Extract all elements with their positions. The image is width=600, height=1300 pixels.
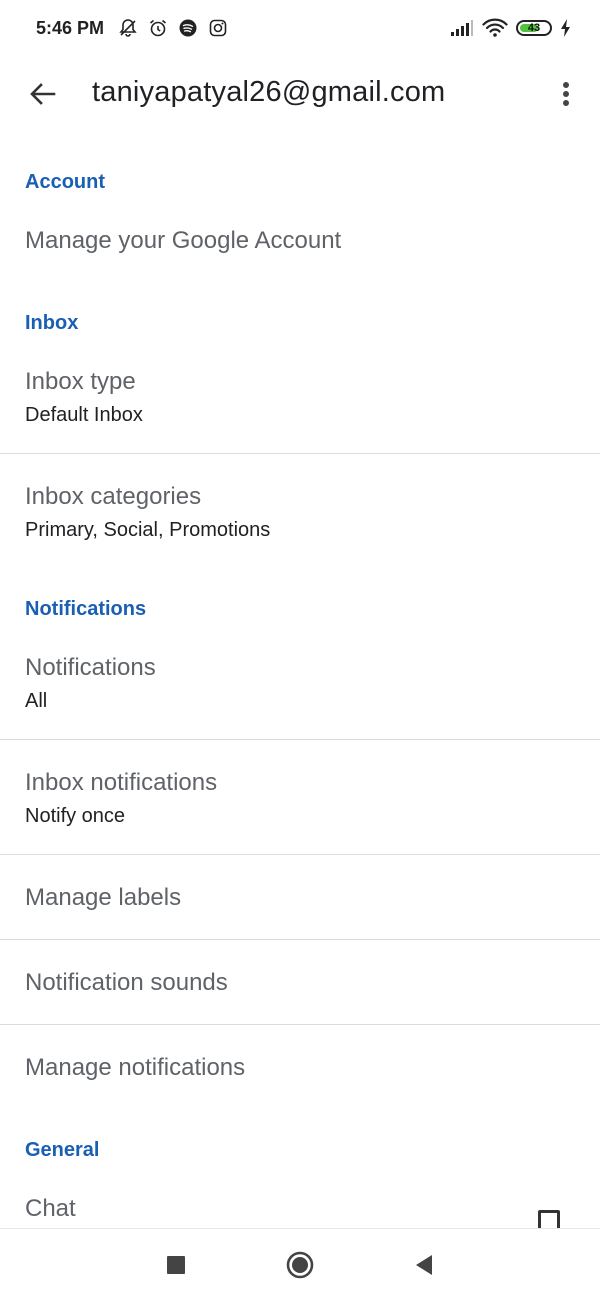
status-time: 5:46 PM <box>36 17 105 38</box>
section-header-inbox: Inbox <box>25 312 79 334</box>
divider <box>0 739 600 740</box>
settings-item-notification-sounds[interactable]: Notification sounds <box>0 969 600 997</box>
settings-item-chat[interactable]: Chat <box>0 1195 600 1223</box>
wifi-icon <box>482 18 508 38</box>
charging-icon <box>560 18 572 38</box>
nav-back-button[interactable] <box>410 1251 438 1279</box>
settings-item-notifications[interactable]: Notifications All <box>0 654 600 713</box>
navigation-bar <box>0 1228 600 1300</box>
settings-item-inbox-notifications[interactable]: Inbox notifications Notify once <box>0 769 600 828</box>
divider <box>0 854 600 855</box>
status-left: 5:46 PM <box>36 18 228 39</box>
recents-button[interactable] <box>162 1251 190 1279</box>
item-subtitle: Primary, Social, Promotions <box>25 519 271 541</box>
app-bar: taniyapatyal26@gmail.com <box>0 56 600 132</box>
signal-icon <box>450 19 474 37</box>
battery-level: 43 <box>527 22 541 34</box>
item-title: Inbox categories <box>25 483 202 510</box>
settings-item-inbox-categories[interactable]: Inbox categories Primary, Social, Promot… <box>0 483 600 542</box>
settings-item-manage-google-account[interactable]: Manage your Google Account <box>0 227 600 255</box>
back-triangle-icon <box>414 1254 434 1276</box>
arrow-back-icon <box>28 80 56 108</box>
item-title: Manage notifications <box>25 1054 246 1081</box>
more-options-button[interactable] <box>554 78 578 110</box>
status-bar: 5:46 PM 43 <box>0 0 600 56</box>
battery-icon: 43 <box>516 20 552 36</box>
settings-item-inbox-type[interactable]: Inbox type Default Inbox <box>0 368 600 427</box>
divider <box>0 939 600 940</box>
account-email-title: taniyapatyal26@gmail.com <box>92 76 446 108</box>
home-circle-icon <box>286 1251 314 1279</box>
item-title: Notification sounds <box>25 969 228 996</box>
instagram-icon <box>208 18 228 38</box>
settings-item-manage-labels[interactable]: Manage labels <box>0 884 600 912</box>
item-subtitle: Default Inbox <box>25 404 143 426</box>
settings-item-manage-notifications[interactable]: Manage notifications <box>0 1054 600 1082</box>
item-title: Inbox type <box>25 368 136 395</box>
back-button[interactable] <box>26 78 58 110</box>
home-button[interactable] <box>286 1251 314 1279</box>
section-header-general: General <box>25 1139 100 1161</box>
item-title: Chat <box>25 1195 76 1222</box>
item-subtitle: Notify once <box>25 805 126 827</box>
item-title: Notifications <box>25 654 156 681</box>
item-title: Manage labels <box>25 884 182 911</box>
recents-square-icon <box>166 1255 186 1275</box>
section-header-notifications: Notifications <box>25 598 147 620</box>
divider <box>0 453 600 454</box>
more-vert-icon <box>562 80 570 108</box>
divider <box>0 1024 600 1025</box>
section-header-account: Account <box>25 171 105 193</box>
mute-bell-icon <box>118 18 138 38</box>
item-title: Manage your Google Account <box>25 227 342 254</box>
status-right: 43 <box>450 18 572 38</box>
item-title: Inbox notifications <box>25 769 218 796</box>
alarm-icon <box>148 18 168 38</box>
spotify-icon <box>178 18 198 38</box>
item-subtitle: All <box>25 690 48 712</box>
